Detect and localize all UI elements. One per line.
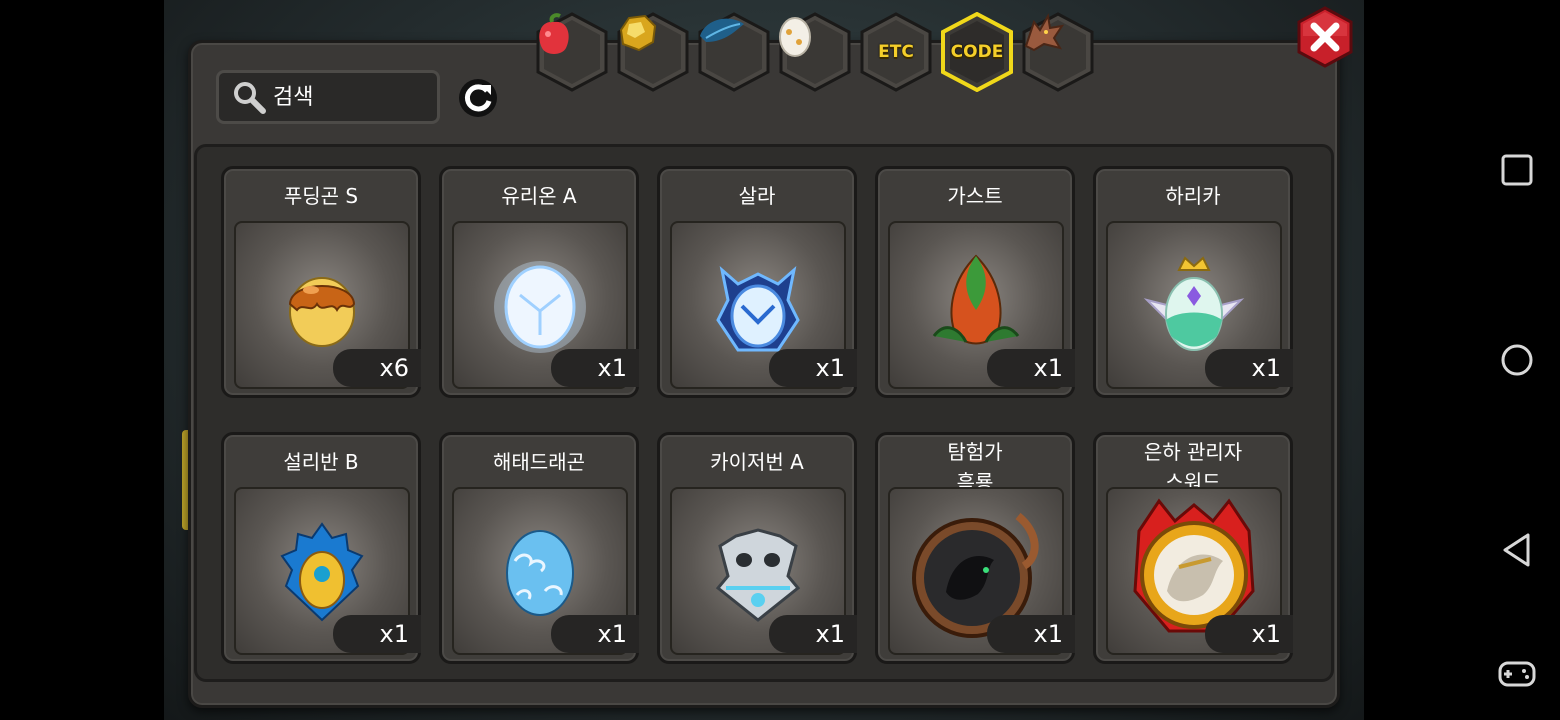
close-button[interactable] (1296, 6, 1354, 68)
item-quantity: x1 (987, 615, 1075, 653)
item-quantity: x1 (551, 615, 639, 653)
item-card[interactable]: 해태드래곤 x1 (439, 432, 639, 664)
fruit-icon (539, 13, 569, 55)
skull-egg-icon (715, 528, 801, 622)
tab-dragon[interactable] (1020, 12, 1096, 92)
item-name: 푸딩곤 S (283, 184, 359, 208)
item-quantity: x1 (333, 615, 421, 653)
gamepad-icon (1498, 661, 1536, 687)
tab-code-label: CODE (950, 42, 1004, 62)
back-triangle-icon (1503, 533, 1530, 567)
item-quantity: x1 (987, 349, 1075, 387)
crowned-crystal-egg-icon (1143, 256, 1245, 351)
peacock-egg-icon (280, 522, 364, 622)
item-card[interactable]: 설리반 B x1 (221, 432, 421, 664)
tab-etc[interactable]: ETC (858, 12, 934, 92)
tab-feather[interactable] (696, 12, 772, 92)
home-button[interactable] (1497, 340, 1537, 380)
close-icon (1297, 6, 1353, 68)
blue-armored-egg-icon (716, 265, 800, 352)
dragon-icon (1024, 13, 1065, 52)
item-card[interactable]: 은하 관리자 스워드 x1 (1093, 432, 1293, 664)
tab-gold[interactable] (615, 12, 691, 92)
item-card[interactable]: 가스트 x1 (875, 166, 1075, 398)
circle-icon (1501, 344, 1533, 376)
item-card[interactable]: 카이저번 A x1 (657, 432, 857, 664)
square-icon (1501, 154, 1533, 186)
game-tools-button[interactable] (1497, 654, 1537, 694)
item-quantity: x1 (551, 349, 639, 387)
item-name-line1: 탐험가 (947, 440, 1003, 464)
item-quantity: x1 (1205, 615, 1293, 653)
item-quantity: x6 (333, 349, 421, 387)
recent-apps-button[interactable] (1497, 150, 1537, 190)
tab-etc-label: ETC (878, 42, 914, 62)
tab-egg[interactable] (777, 12, 853, 92)
item-name: 가스트 (947, 184, 1003, 208)
search-icon (229, 77, 269, 117)
tab-fruit[interactable] (534, 12, 610, 92)
item-name-line1: 은하 관리자 (1143, 440, 1243, 464)
item-name: 하리카 (1165, 184, 1221, 208)
item-name: 해태드래곤 (493, 450, 585, 474)
tab-code[interactable]: CODE (939, 12, 1015, 92)
item-name: 설리반 B (283, 450, 359, 474)
leaf-egg-icon (932, 254, 1020, 345)
item-card[interactable]: 유리온 A x1 (439, 166, 639, 398)
item-card[interactable]: 하리카 x1 (1093, 166, 1293, 398)
search-box[interactable] (216, 70, 440, 124)
refresh-button[interactable] (456, 76, 500, 120)
back-button[interactable] (1497, 530, 1537, 570)
glowing-white-egg-icon (494, 261, 586, 353)
item-quantity: x1 (769, 615, 857, 653)
item-name: 유리온 A (501, 184, 577, 208)
item-quantity: x1 (1205, 349, 1293, 387)
item-card[interactable]: 푸딩곤 S x6 (221, 166, 421, 398)
cloud-egg-icon (506, 530, 574, 616)
item-quantity: x1 (769, 349, 857, 387)
refresh-icon (459, 79, 497, 117)
egg-icon (779, 17, 811, 57)
gold-ore-icon (619, 14, 657, 52)
item-card[interactable]: 탐험가 흑룡 x1 (875, 432, 1075, 664)
feather-icon (700, 18, 744, 42)
search-input[interactable] (273, 84, 423, 110)
item-name: 살라 (738, 184, 776, 208)
pudding-egg-icon (288, 277, 356, 347)
item-name: 카이저번 A (710, 450, 804, 474)
item-card[interactable]: 살라 x1 (657, 166, 857, 398)
